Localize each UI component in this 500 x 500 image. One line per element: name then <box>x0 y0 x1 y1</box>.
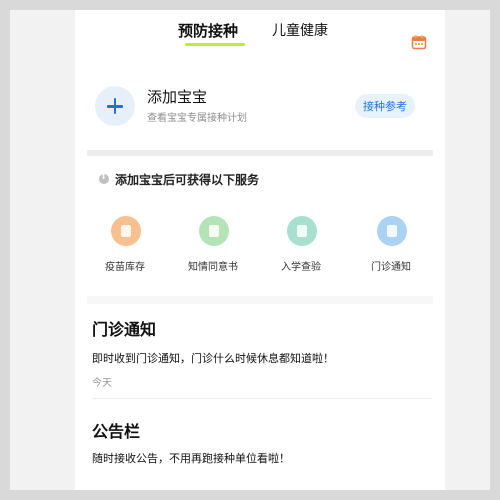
services-grid: 疫苗库存 知情同意书 入学查验 门诊通知 <box>75 216 445 286</box>
service-vaccine-stock[interactable]: 疫苗库存 <box>85 216 165 286</box>
clinic-notice-desc: 即时收到门诊通知，门诊什么时候休息都知道啦！ <box>92 352 334 365</box>
service-school-check[interactable]: 入学查验 <box>261 216 341 286</box>
tab-child-health[interactable]: 儿童健康 <box>272 20 328 40</box>
info-icon <box>99 172 109 184</box>
service-label: 入学查验 <box>281 262 321 273</box>
services-header: 添加宝宝后可获得以下服务 <box>115 173 260 187</box>
calendar-icon[interactable] <box>411 34 427 50</box>
plus-icon[interactable] <box>95 86 135 126</box>
service-clinic-notice[interactable]: 门诊通知 <box>351 216 431 286</box>
bulletin-desc: 随时接收公告，不用再跑接种单位看啦！ <box>92 452 290 465</box>
service-label: 门诊通知 <box>371 262 411 273</box>
school-check-icon <box>287 216 317 246</box>
clinic-notice-time: 今天 <box>92 378 112 389</box>
add-baby-card[interactable]: 添加宝宝 查看宝宝专属接种计划 接种参考 <box>87 76 433 146</box>
vaccination-reference-button[interactable]: 接种参考 <box>355 94 415 118</box>
app-screen: 预防接种 儿童健康 添加宝宝 查看宝宝专属接种计划 接种参考 添加宝宝后可获得以… <box>75 10 445 490</box>
service-consent-form[interactable]: 知情同意书 <box>173 216 253 286</box>
section-divider <box>87 150 433 156</box>
vaccine-stock-icon <box>111 216 141 246</box>
consent-form-icon <box>199 216 229 246</box>
top-tabs: 预防接种 儿童健康 <box>75 20 445 52</box>
active-tab-indicator <box>185 43 245 46</box>
add-baby-subtitle: 查看宝宝专属接种计划 <box>147 113 247 124</box>
tab-vaccination[interactable]: 预防接种 <box>178 20 238 41</box>
clinic-notice-title: 门诊通知 <box>92 320 157 339</box>
service-label: 知情同意书 <box>188 262 238 273</box>
clinic-notice-icon <box>377 216 407 246</box>
service-label: 疫苗库存 <box>105 262 145 273</box>
divider <box>92 398 432 399</box>
add-baby-title: 添加宝宝 <box>147 88 208 106</box>
bulletin-title: 公告栏 <box>92 422 141 441</box>
section-divider <box>87 296 433 304</box>
